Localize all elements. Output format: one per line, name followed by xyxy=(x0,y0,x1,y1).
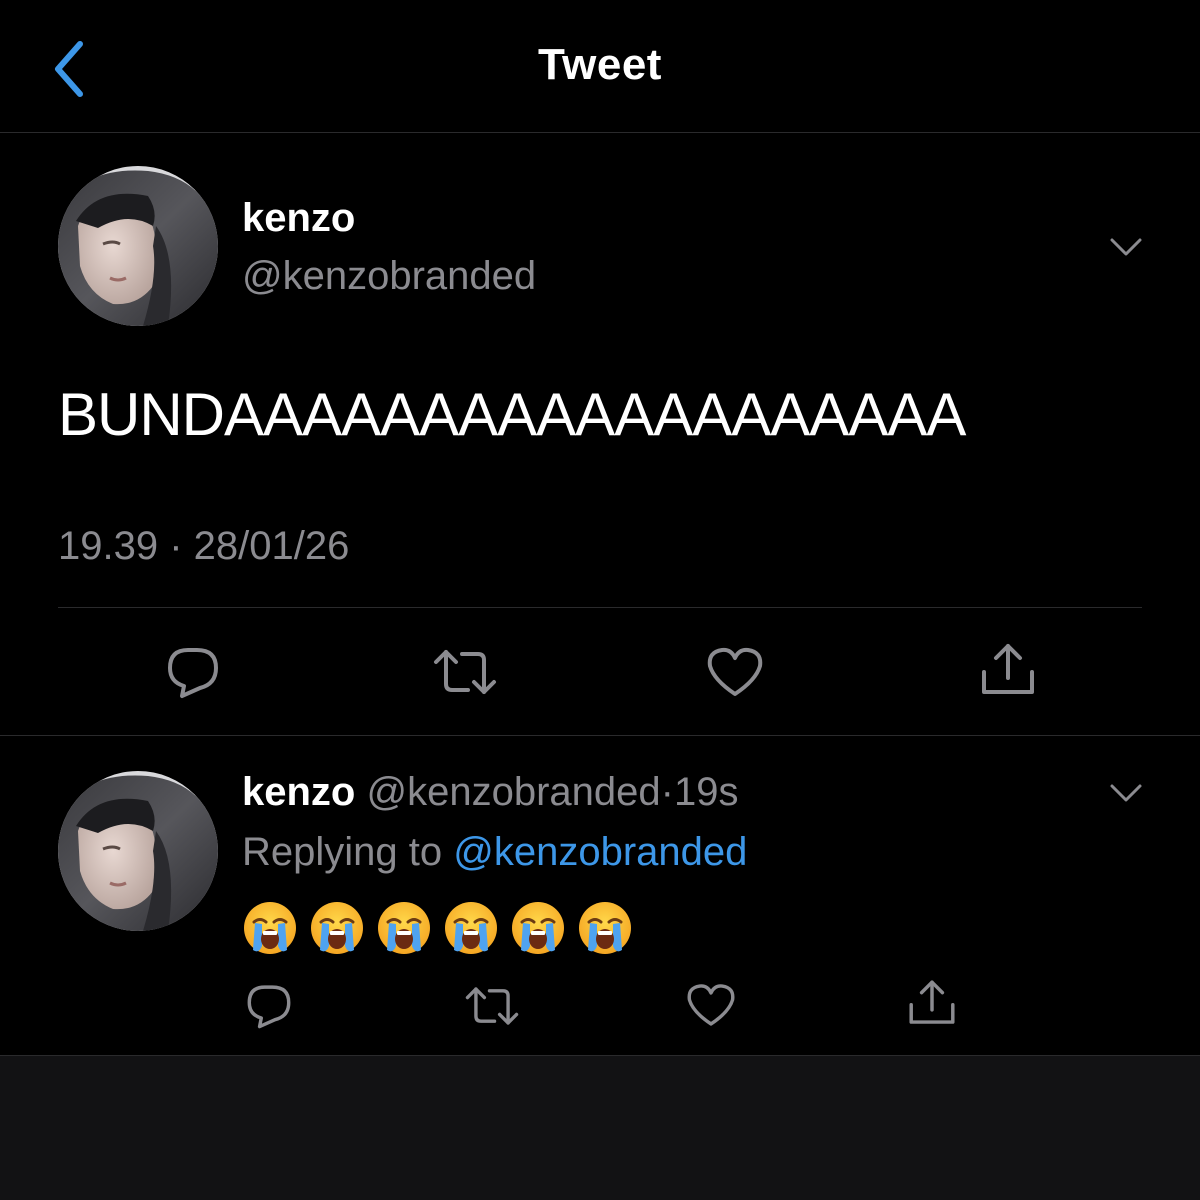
author-handle[interactable]: @kenzobranded xyxy=(242,254,536,299)
top-bar: Tweet xyxy=(0,0,1200,133)
mention-link[interactable]: @kenzobranded xyxy=(453,830,747,874)
reply-author-handle[interactable]: @kenzobranded xyxy=(366,770,660,814)
like-button[interactable] xyxy=(686,982,736,1028)
author-avatar[interactable] xyxy=(58,166,218,326)
divider xyxy=(0,735,1200,736)
loudly-crying-face-icon xyxy=(376,900,432,956)
avatar-photo xyxy=(58,166,218,326)
page-title: Tweet xyxy=(538,40,662,89)
reply-author-name[interactable]: kenzo xyxy=(242,770,355,814)
reply-button[interactable] xyxy=(244,982,294,1030)
reply-author-avatar[interactable] xyxy=(58,771,218,931)
loudly-crying-face-icon xyxy=(443,900,499,956)
reply-icon[interactable] xyxy=(244,982,294,1030)
share-button[interactable] xyxy=(906,978,958,1028)
share-icon[interactable] xyxy=(906,978,958,1028)
share-button[interactable] xyxy=(978,642,1038,698)
loudly-crying-face-icon xyxy=(510,900,566,956)
reply-text xyxy=(242,900,633,956)
tweet-menu-button[interactable] xyxy=(1106,232,1146,260)
author-name[interactable]: kenzo xyxy=(242,196,355,241)
tweet-timestamp[interactable]: 19.39 · 28/01/26 xyxy=(58,524,349,569)
like-icon[interactable] xyxy=(686,982,736,1028)
retweet-button[interactable] xyxy=(432,646,498,698)
chevron-down-icon[interactable] xyxy=(1106,232,1146,260)
reply-icon[interactable] xyxy=(164,644,222,700)
avatar-photo xyxy=(58,771,218,931)
loudly-crying-face-icon xyxy=(242,900,298,956)
reply-header: kenzo @kenzobranded·19s xyxy=(242,770,738,815)
retweet-icon[interactable] xyxy=(464,984,520,1028)
reply-button[interactable] xyxy=(164,644,222,700)
loudly-crying-face-icon xyxy=(309,900,365,956)
reply-menu-button[interactable] xyxy=(1106,778,1146,806)
empty-area xyxy=(0,1055,1200,1200)
share-icon[interactable] xyxy=(978,642,1038,698)
tweet-text: BUNDAAAAAAAAAAAAAAAAAAA xyxy=(58,381,966,448)
retweet-icon[interactable] xyxy=(432,646,498,698)
meta-separator: · xyxy=(660,770,674,814)
like-button[interactable] xyxy=(706,646,764,698)
replying-label: Replying to xyxy=(242,830,443,874)
like-icon[interactable] xyxy=(706,646,764,698)
divider xyxy=(58,607,1142,608)
replying-to: Replying to @kenzobranded xyxy=(242,830,747,875)
retweet-button[interactable] xyxy=(464,984,520,1028)
reply-time: 19s xyxy=(673,770,739,814)
loudly-crying-face-icon xyxy=(577,900,633,956)
chevron-down-icon[interactable] xyxy=(1106,778,1146,806)
